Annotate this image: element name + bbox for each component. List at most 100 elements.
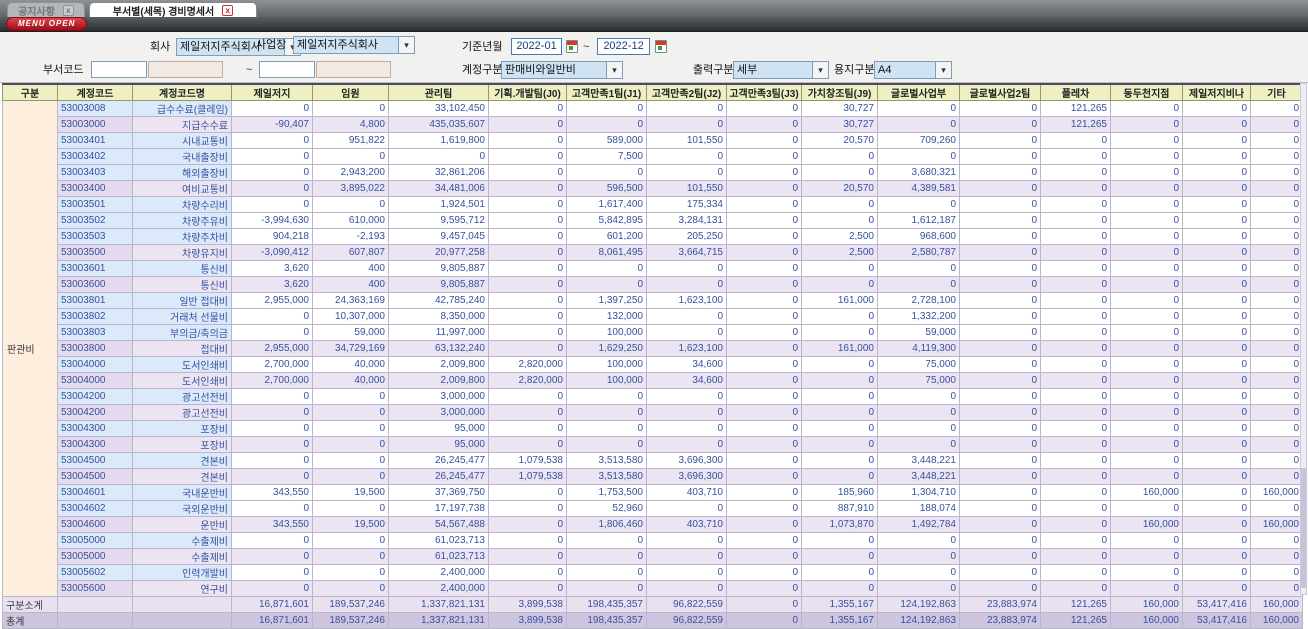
value-cell[interactable]: 61,023,713	[388, 548, 489, 565]
value-cell[interactable]: 53,417,416	[1182, 596, 1251, 613]
value-cell[interactable]: 709,260	[877, 132, 960, 149]
value-cell[interactable]: 0	[726, 420, 802, 437]
value-cell[interactable]: 96,822,559	[646, 612, 727, 629]
value-cell[interactable]: 19,500	[312, 484, 389, 501]
value-cell[interactable]: 0	[1110, 292, 1183, 309]
account-code-cell[interactable]: 53004500	[57, 452, 133, 469]
value-cell[interactable]: 189,537,246	[312, 612, 389, 629]
value-cell[interactable]: 0	[1040, 548, 1111, 565]
value-cell[interactable]: 0	[1182, 516, 1251, 533]
value-cell[interactable]: 0	[1182, 132, 1251, 149]
value-cell[interactable]: 0	[1040, 244, 1111, 261]
column-header[interactable]: 플레차	[1040, 83, 1111, 101]
value-cell[interactable]: 0	[726, 612, 802, 629]
column-header[interactable]: 고객만족2팀(J2)	[646, 83, 727, 101]
value-cell[interactable]: 0	[646, 276, 727, 293]
table-row[interactable]: 53003500 차량유지비 -3,090,412 607,807 20,977,258…	[3, 244, 1303, 261]
value-cell[interactable]: 19,500	[312, 516, 389, 533]
value-cell[interactable]: 0	[312, 388, 389, 405]
value-cell[interactable]: 0	[801, 580, 878, 597]
account-code-cell[interactable]: 53003500	[57, 244, 133, 261]
value-cell[interactable]: 3,620	[231, 260, 313, 277]
value-cell[interactable]: 0	[1040, 564, 1111, 581]
value-cell[interactable]: 0	[1182, 292, 1251, 309]
value-cell[interactable]: 0	[877, 548, 960, 565]
value-cell[interactable]: 0	[726, 116, 802, 133]
account-type-select[interactable]: 판매비와일반비 ▾	[501, 61, 623, 79]
account-name-cell[interactable]: 시내교통비	[132, 132, 232, 149]
value-cell[interactable]: 0	[646, 308, 727, 325]
value-cell[interactable]: 16,871,601	[231, 596, 313, 613]
value-cell[interactable]: 0	[1250, 324, 1303, 341]
value-cell[interactable]: 1,355,167	[801, 596, 878, 613]
value-cell[interactable]: 0	[726, 292, 802, 309]
value-cell[interactable]: 3,664,715	[646, 244, 727, 261]
value-cell[interactable]: 0	[959, 228, 1041, 245]
account-code-cell[interactable]: 53003400	[57, 180, 133, 197]
account-code-cell[interactable]: 53003803	[57, 324, 133, 341]
value-cell[interactable]: 160,000	[1110, 612, 1183, 629]
value-cell[interactable]: 0	[959, 116, 1041, 133]
value-cell[interactable]: 100,000	[566, 372, 647, 389]
base-month-to-input[interactable]: 2022-12	[597, 38, 650, 55]
account-name-cell[interactable]: 광고선전비	[132, 404, 232, 421]
value-cell[interactable]: 0	[959, 292, 1041, 309]
value-cell[interactable]: 0	[877, 580, 960, 597]
account-code-cell[interactable]: 53004000	[57, 356, 133, 373]
value-cell[interactable]: 0	[1040, 196, 1111, 213]
account-name-cell[interactable]: 차량수리비	[132, 196, 232, 213]
table-row[interactable]: 53003502 차량주유비 -3,994,630 610,000 9,595,712 0…	[3, 212, 1303, 229]
value-cell[interactable]: 124,192,863	[877, 612, 960, 629]
column-header[interactable]: 계정코드	[57, 83, 133, 101]
value-cell[interactable]: 0	[231, 100, 313, 117]
value-cell[interactable]: 1,332,200	[877, 308, 960, 325]
value-cell[interactable]: 0	[801, 196, 878, 213]
value-cell[interactable]: 3,448,221	[877, 468, 960, 485]
value-cell[interactable]: 0	[1040, 388, 1111, 405]
value-cell[interactable]: 1,337,821,131	[388, 596, 489, 613]
account-code-cell[interactable]: 53003502	[57, 212, 133, 229]
column-header[interactable]: 동두천지점	[1110, 83, 1183, 101]
value-cell[interactable]: 0	[877, 404, 960, 421]
value-cell[interactable]: 59,000	[877, 324, 960, 341]
value-cell[interactable]: 0	[1182, 356, 1251, 373]
value-cell[interactable]: 0	[726, 452, 802, 469]
table-row[interactable]: 53003402 국내출장비 0 0 0 0 7,500 0 0 0 0 0 0 0 0 0	[3, 148, 1303, 165]
value-cell[interactable]: -3,090,412	[231, 244, 313, 261]
value-cell[interactable]: 2,820,000	[488, 372, 567, 389]
value-cell[interactable]: 0	[726, 260, 802, 277]
value-cell[interactable]: 11,997,000	[388, 324, 489, 341]
account-code-cell[interactable]: 53003000	[57, 116, 133, 133]
value-cell[interactable]: 0	[877, 116, 960, 133]
value-cell[interactable]: 5,842,895	[566, 212, 647, 229]
column-header[interactable]: 기타	[1250, 83, 1303, 101]
value-cell[interactable]: 0	[488, 484, 567, 501]
value-cell[interactable]: 0	[312, 196, 389, 213]
value-cell[interactable]: 0	[312, 148, 389, 165]
value-cell[interactable]: 0	[1110, 388, 1183, 405]
scrollbar-thumb[interactable]	[1301, 468, 1306, 588]
value-cell[interactable]: 0	[312, 436, 389, 453]
value-cell[interactable]: 0	[566, 580, 647, 597]
value-cell[interactable]: 0	[959, 484, 1041, 501]
value-cell[interactable]: 1,623,100	[646, 340, 727, 357]
column-header[interactable]: 글로벌사업2팀	[959, 83, 1041, 101]
value-cell[interactable]: 0	[801, 260, 878, 277]
value-cell[interactable]: 2,580,787	[877, 244, 960, 261]
account-code-cell[interactable]: 53004000	[57, 372, 133, 389]
value-cell[interactable]: 1,079,538	[488, 452, 567, 469]
account-code-cell[interactable]: 53004200	[57, 404, 133, 421]
value-cell[interactable]: 1,304,710	[877, 484, 960, 501]
value-cell[interactable]: 0	[1182, 308, 1251, 325]
value-cell[interactable]: 0	[1040, 148, 1111, 165]
value-cell[interactable]: 121,265	[1040, 612, 1111, 629]
dept-code-to-input[interactable]	[259, 61, 315, 78]
value-cell[interactable]: 160,000	[1110, 484, 1183, 501]
value-cell[interactable]: 0	[1040, 452, 1111, 469]
value-cell[interactable]: 0	[646, 420, 727, 437]
value-cell[interactable]: 0	[877, 196, 960, 213]
value-cell[interactable]: 0	[1110, 308, 1183, 325]
value-cell[interactable]: 1,623,100	[646, 292, 727, 309]
value-cell[interactable]: 0	[1182, 388, 1251, 405]
table-row[interactable]: 53003000 지급수수료 -90,407 4,800 435,035,607 0 0 0 0…	[3, 116, 1303, 133]
